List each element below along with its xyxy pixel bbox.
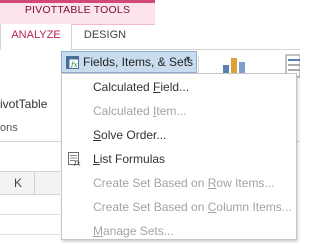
options-label: ons <box>0 122 18 134</box>
pivottable-group-label[interactable]: ivotTable <box>0 97 47 111</box>
list-formulas-icon: fx <box>68 152 81 167</box>
menu-item-label: List Formulas <box>93 152 166 166</box>
menu-item-label: Calculated Item... <box>93 104 187 118</box>
svg-text:fx: fx <box>73 160 81 167</box>
menu-item-create-set-row-items[interactable]: Create Set Based on Row Items... <box>62 171 296 195</box>
menu-item-label: Create Set Based on Row Items... <box>93 176 275 190</box>
chevron-down-icon: ▾ <box>186 54 191 63</box>
fields-items-sets-icon: fx <box>66 56 79 69</box>
menu-item-calculated-item[interactable]: Calculated Item... <box>62 99 296 123</box>
fields-items-sets-menu: Calculated Field... Calculated Item... S… <box>61 73 297 240</box>
svg-text:fx: fx <box>70 61 78 69</box>
fields-items-sets-label: Fields, Items, & Sets <box>83 55 194 69</box>
menu-item-manage-sets[interactable]: Manage Sets... <box>62 219 296 243</box>
tab-analyze[interactable]: ANALYZE <box>0 24 72 50</box>
column-header-row <box>0 172 60 195</box>
menu-item-label: Calculated Field... <box>93 80 190 94</box>
menu-item-label: Manage Sets... <box>93 224 174 238</box>
column-header-k[interactable]: K <box>14 176 22 190</box>
context-group-label: PIVOTTABLE TOOLS <box>24 4 131 16</box>
menu-item-label: Solve Order... <box>93 128 167 142</box>
column-header-separator <box>34 172 35 194</box>
menu-item-solve-order[interactable]: Solve Order... <box>62 123 296 147</box>
fields-items-sets-button[interactable]: fx Fields, Items, & Sets ▾ <box>61 51 197 73</box>
menu-item-list-formulas[interactable]: fx List Formulas <box>62 147 296 171</box>
context-accent-stripe <box>0 0 155 3</box>
tab-design[interactable]: DESIGN <box>75 24 135 49</box>
grid-row-line <box>0 234 60 235</box>
menu-item-create-set-column-items[interactable]: Create Set Based on Column Items... <box>62 195 296 219</box>
menu-item-label: Create Set Based on Column Items... <box>93 200 292 214</box>
menu-item-calculated-field[interactable]: Calculated Field... <box>62 75 296 99</box>
grid-row-line <box>0 214 60 215</box>
